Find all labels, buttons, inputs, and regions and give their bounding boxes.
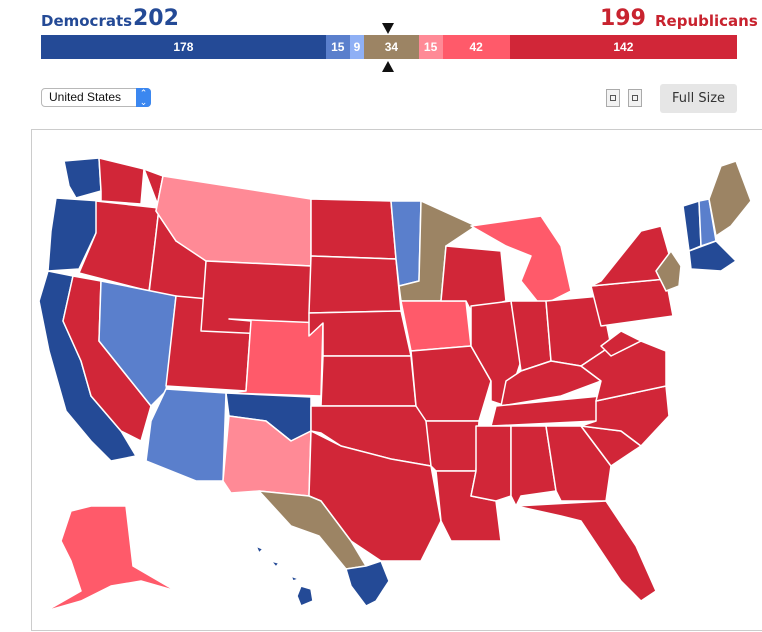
republicans-label: Republicans xyxy=(655,12,758,30)
region-arizona[interactable] xyxy=(145,388,227,482)
republicans-seat-total: 199 xyxy=(600,6,646,31)
region-north-dakota[interactable] xyxy=(310,198,397,260)
region-kansas[interactable] xyxy=(320,355,417,407)
region-select-value: United States xyxy=(49,90,122,104)
bar-segment-lean-d: 9 xyxy=(349,35,365,59)
region-iowa[interactable] xyxy=(400,300,472,352)
region-texas-south[interactable] xyxy=(345,560,390,607)
layout-toggle-button[interactable] xyxy=(606,89,620,107)
majority-marker-down-icon xyxy=(382,23,394,34)
democrats-seat-total: 202 xyxy=(133,6,179,31)
region-mississippi[interactable] xyxy=(470,425,512,502)
us-house-map[interactable] xyxy=(32,130,762,632)
region-south-dakota[interactable] xyxy=(308,255,402,314)
bar-segment-lean-r: 15 xyxy=(418,35,443,59)
select-chevron-icon: ⌃ ⌄ xyxy=(136,88,151,107)
map-frame xyxy=(31,129,762,631)
layout-toggle-button[interactable] xyxy=(628,89,642,107)
bar-segment-tossup: 34 xyxy=(364,35,419,59)
bar-segment-solid-d: 178 xyxy=(41,35,326,59)
region-florida[interactable] xyxy=(515,500,657,602)
region-vermont[interactable] xyxy=(682,200,702,252)
bar-segment-likely-r: 42 xyxy=(442,35,510,59)
region-alaska[interactable] xyxy=(45,505,177,612)
region-pennsylvania[interactable] xyxy=(590,278,674,327)
region-arkansas[interactable] xyxy=(425,420,480,472)
balance-of-power-bar: 178 15 9 34 15 42 142 xyxy=(41,35,737,59)
region-nebraska[interactable] xyxy=(308,310,412,357)
full-size-button[interactable]: Full Size xyxy=(660,84,737,113)
region-washington-west[interactable] xyxy=(63,157,102,199)
bar-segment-likely-d: 15 xyxy=(325,35,350,59)
majority-marker-up-icon xyxy=(382,61,394,72)
region-select[interactable]: United States ⌃ ⌄ xyxy=(41,88,151,107)
region-maine[interactable] xyxy=(708,160,752,237)
democrats-label: Democrats xyxy=(41,12,133,30)
region-hawaii[interactable] xyxy=(255,545,314,607)
region-wisconsin[interactable] xyxy=(440,245,507,312)
region-washington-east[interactable] xyxy=(98,157,145,205)
bar-segment-solid-r: 142 xyxy=(509,35,737,59)
